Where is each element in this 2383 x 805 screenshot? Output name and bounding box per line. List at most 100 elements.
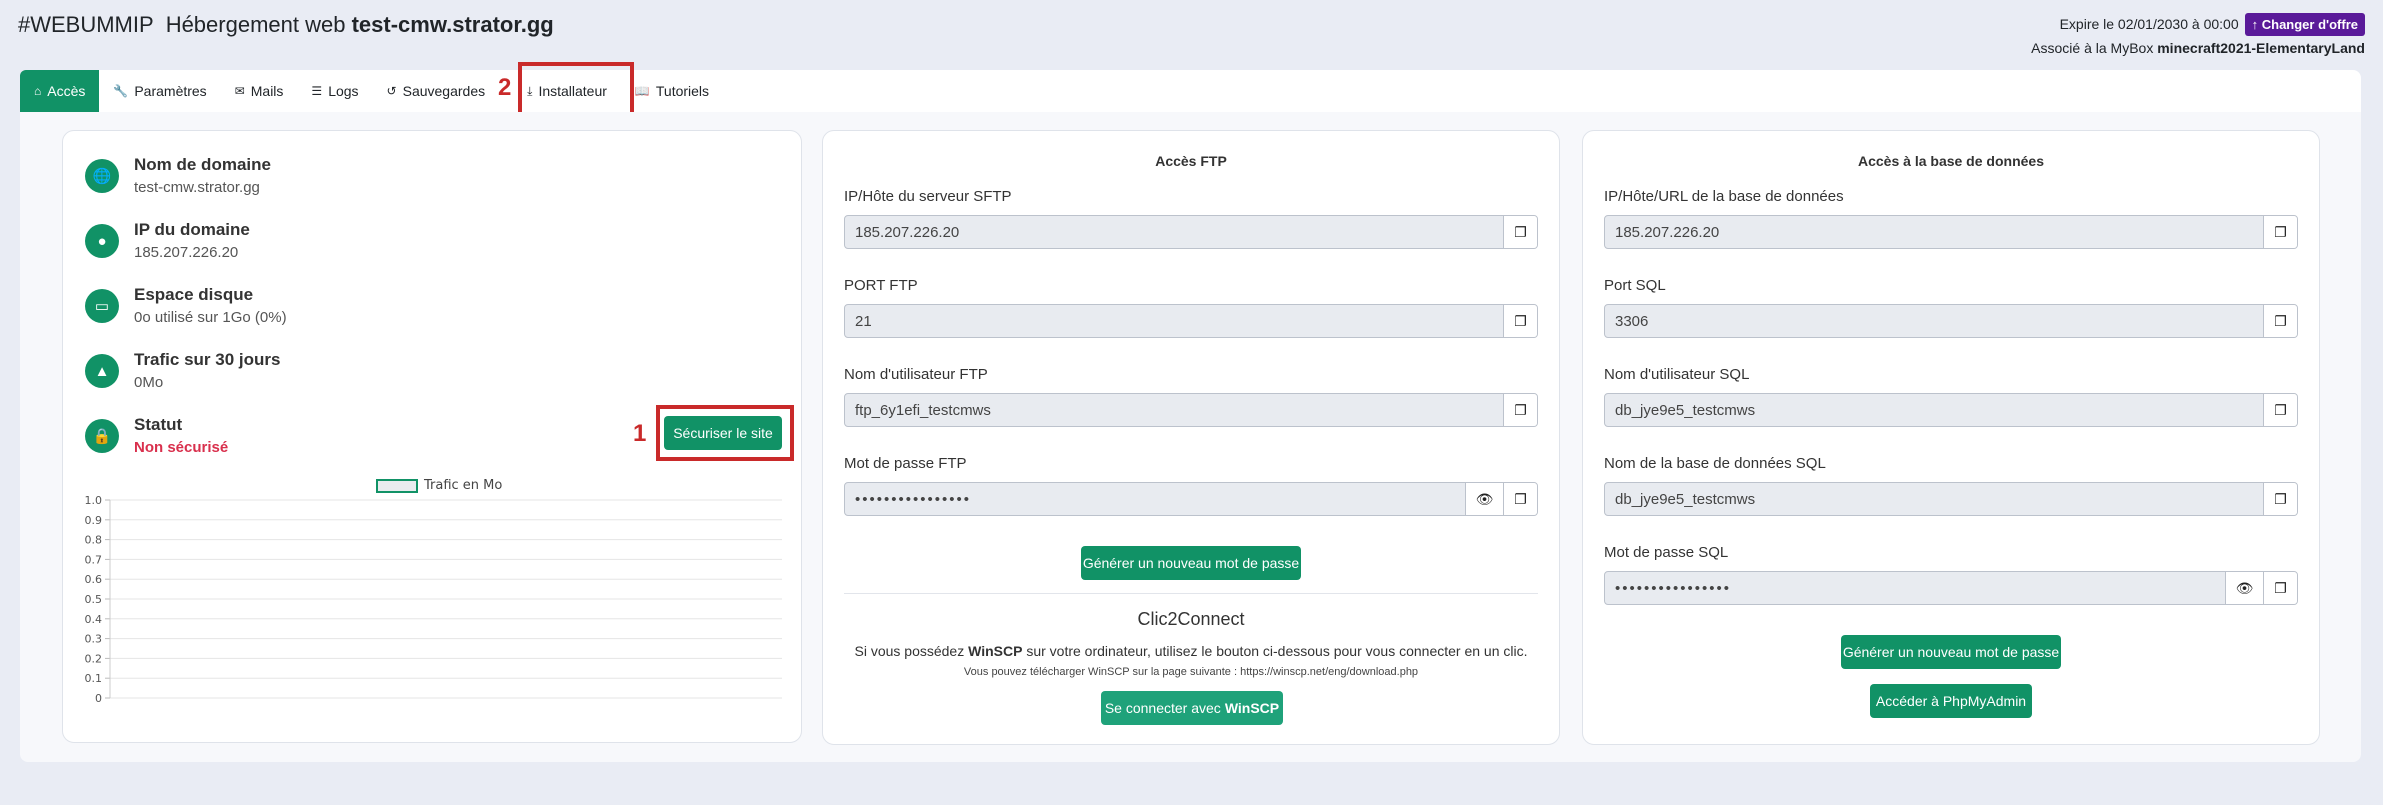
tab-label: Logs	[328, 83, 359, 99]
tab-logs[interactable]: ☰ Logs	[297, 70, 372, 112]
traffic-label: Trafic sur 30 jours	[134, 350, 281, 369]
ftp-host-value: 185.207.226.20	[855, 223, 960, 241]
tab-label: Tutoriels	[655, 83, 710, 99]
mybox-name[interactable]: minecraft2021-ElementaryLand	[2157, 40, 2365, 56]
db-user-label: Nom d'utilisateur SQL	[1604, 366, 1750, 383]
db-host-value: 185.207.226.20	[1615, 223, 1720, 241]
map-marker-icon: ●	[85, 224, 119, 258]
y-tick-label: 1.0	[85, 494, 103, 507]
status-label: Statut	[134, 415, 183, 434]
db-pass-field[interactable]: •••••••••••••••• 👁 ❐	[1604, 571, 2298, 605]
lock-icon: 🔒	[85, 419, 119, 453]
tab-label: Mails	[250, 83, 284, 99]
copy-icon[interactable]: ❐	[2263, 483, 2297, 515]
eye-icon[interactable]: 👁	[1465, 483, 1503, 515]
winscp-connect-button[interactable]: Se connecter avec WinSCP	[1101, 691, 1283, 725]
callout-number-1: 1	[633, 420, 647, 447]
copy-icon[interactable]: ❐	[1503, 305, 1537, 337]
db-user-value: db_jye9e5_testcmws	[1615, 401, 1756, 419]
ftp-pass-label: Mot de passe FTP	[844, 455, 967, 472]
domain-label: Nom de domaine	[134, 155, 271, 174]
tab-bar: ⌂ Accès 🔧 Paramètres ✉ Mails ☰ Logs ↺ Sauvega…	[20, 70, 2361, 112]
disk-space-item: ▭ Espace disque 0o utilisé sur 1Go (0%)	[85, 285, 287, 326]
tab-sauvegardes[interactable]: ↺ Sauvegardes	[373, 70, 500, 112]
copy-icon[interactable]: ❐	[1503, 216, 1537, 248]
traffic-chart: 0 0.1 0.2 0.3 0.4 0.5 0.6 0.7 0.8 0.9 1.0	[85, 494, 782, 705]
title-prefix: Hébergement web	[165, 12, 346, 37]
tab-label: Accès	[47, 83, 86, 99]
expiry-text: Expire le 02/01/2030 à 00:00	[2059, 16, 2239, 32]
tab-parametres[interactable]: 🔧 Paramètres	[99, 70, 220, 112]
copy-icon[interactable]: ❐	[2263, 305, 2297, 337]
title-domain: test-cmw.strator.gg	[351, 12, 554, 37]
copy-icon[interactable]: ❐	[2263, 216, 2297, 248]
domain-name-item: 🌐 Nom de domaine test-cmw.strator.gg	[85, 155, 271, 196]
tab-acces[interactable]: ⌂ Accès	[20, 70, 100, 112]
arrow-up-icon: ↑	[2251, 16, 2259, 32]
page-header: #WEBUMMIP Hébergement web test-cmw.strato…	[18, 10, 2365, 62]
ftp-port-field[interactable]: 21 ❐	[844, 304, 1538, 338]
page-title: #WEBUMMIP Hébergement web test-cmw.strato…	[18, 12, 554, 38]
copy-icon[interactable]: ❐	[2263, 394, 2297, 426]
chart-area-icon: ▲	[85, 354, 119, 388]
db-host-field[interactable]: 185.207.226.20 ❐	[1604, 215, 2298, 249]
ftp-port-value: 21	[855, 312, 872, 330]
book-icon: 📖	[634, 84, 650, 98]
db-name-field[interactable]: db_jye9e5_testcmws ❐	[1604, 482, 2298, 516]
ftp-pass-field[interactable]: •••••••••••••••• 👁 ❐	[844, 482, 1538, 516]
db-host-label: IP/Hôte/URL de la base de données	[1604, 188, 1844, 205]
globe-icon: 🌐	[85, 159, 119, 193]
brand-hash: #WEBUMMIP	[18, 12, 154, 37]
ftp-access-card: Accès FTP IP/Hôte du serveur SFTP 185.20…	[822, 130, 1560, 745]
db-generate-password-button[interactable]: Générer un nouveau mot de passe	[1841, 635, 2061, 669]
secure-site-button[interactable]: Sécuriser le site	[664, 416, 782, 450]
clic2connect-text: Si vous possédez WinSCP sur votre ordina…	[823, 643, 1559, 659]
ftp-generate-password-button[interactable]: Générer un nouveau mot de passe	[1081, 546, 1301, 580]
y-tick-label: 0.7	[85, 553, 103, 566]
domain-value: test-cmw.strator.gg	[134, 179, 260, 196]
y-tick-label: 0.2	[85, 652, 103, 665]
copy-icon[interactable]: ❐	[1503, 394, 1537, 426]
copy-icon[interactable]: ❐	[2263, 572, 2297, 604]
db-name-label: Nom de la base de données SQL	[1604, 455, 1826, 472]
ftp-user-field[interactable]: ftp_6y1efi_testcmws ❐	[844, 393, 1538, 427]
subscription-info: Expire le 02/01/2030 à 00:00 ↑ Changer d…	[2031, 12, 2365, 56]
traffic-item: ▲ Trafic sur 30 jours 0Mo	[85, 350, 280, 391]
c2c-text-2: sur votre ordinateur, utilisez le bouton…	[1026, 643, 1528, 659]
tab-tutoriels[interactable]: 📖 Tutoriels	[621, 70, 723, 112]
disk-value: 0o utilisé sur 1Go (0%)	[134, 309, 287, 326]
tab-mails[interactable]: ✉ Mails	[221, 70, 298, 112]
callout-box-installateur	[518, 62, 634, 116]
envelope-icon: ✉	[234, 84, 245, 98]
domain-ip-item: ● IP du domaine 185.207.226.20	[85, 220, 250, 261]
hard-drive-icon: ▭	[85, 289, 119, 323]
mybox-prefix: Associé à la MyBox	[2031, 40, 2154, 56]
connect-label-bold: WinSCP	[1224, 700, 1280, 716]
copy-icon[interactable]: ❐	[1503, 483, 1537, 515]
wrench-icon: 🔧	[113, 84, 129, 98]
ftp-pass-value: ••••••••••••••••	[855, 490, 972, 508]
c2c-text-1: Si vous possédez	[854, 643, 965, 659]
phpmyadmin-button[interactable]: Accéder à PhpMyAdmin	[1870, 684, 2032, 718]
db-port-value: 3306	[1615, 312, 1649, 330]
db-pass-label: Mot de passe SQL	[1604, 544, 1729, 561]
ftp-port-label: PORT FTP	[844, 277, 918, 294]
change-offer-button[interactable]: ↑ Changer d'offre	[2244, 12, 2365, 36]
y-tick-label: 0.4	[85, 613, 103, 626]
clic2connect-download-hint: Vous pouvez télécharger WinSCP sur la pa…	[963, 666, 1419, 678]
tab-label: Sauvegardes	[402, 83, 486, 99]
clic2connect-title: Clic2Connect	[1137, 609, 1245, 629]
eye-icon[interactable]: 👁	[2225, 572, 2263, 604]
list-icon: ☰	[311, 84, 323, 98]
callout-number-2: 2	[498, 74, 512, 101]
history-icon: ↺	[386, 84, 397, 98]
y-tick-label: 0.5	[85, 593, 103, 606]
db-user-field[interactable]: db_jye9e5_testcmws ❐	[1604, 393, 2298, 427]
ftp-host-label: IP/Hôte du serveur SFTP	[844, 188, 1012, 205]
ftp-card-title: Accès FTP	[1155, 153, 1227, 169]
db-port-label: Port SQL	[1604, 277, 1666, 294]
database-access-card: Accès à la base de données IP/Hôte/URL d…	[1582, 130, 2320, 745]
ftp-user-value: ftp_6y1efi_testcmws	[855, 401, 991, 419]
ftp-host-field[interactable]: 185.207.226.20 ❐	[844, 215, 1538, 249]
db-port-field[interactable]: 3306 ❐	[1604, 304, 2298, 338]
